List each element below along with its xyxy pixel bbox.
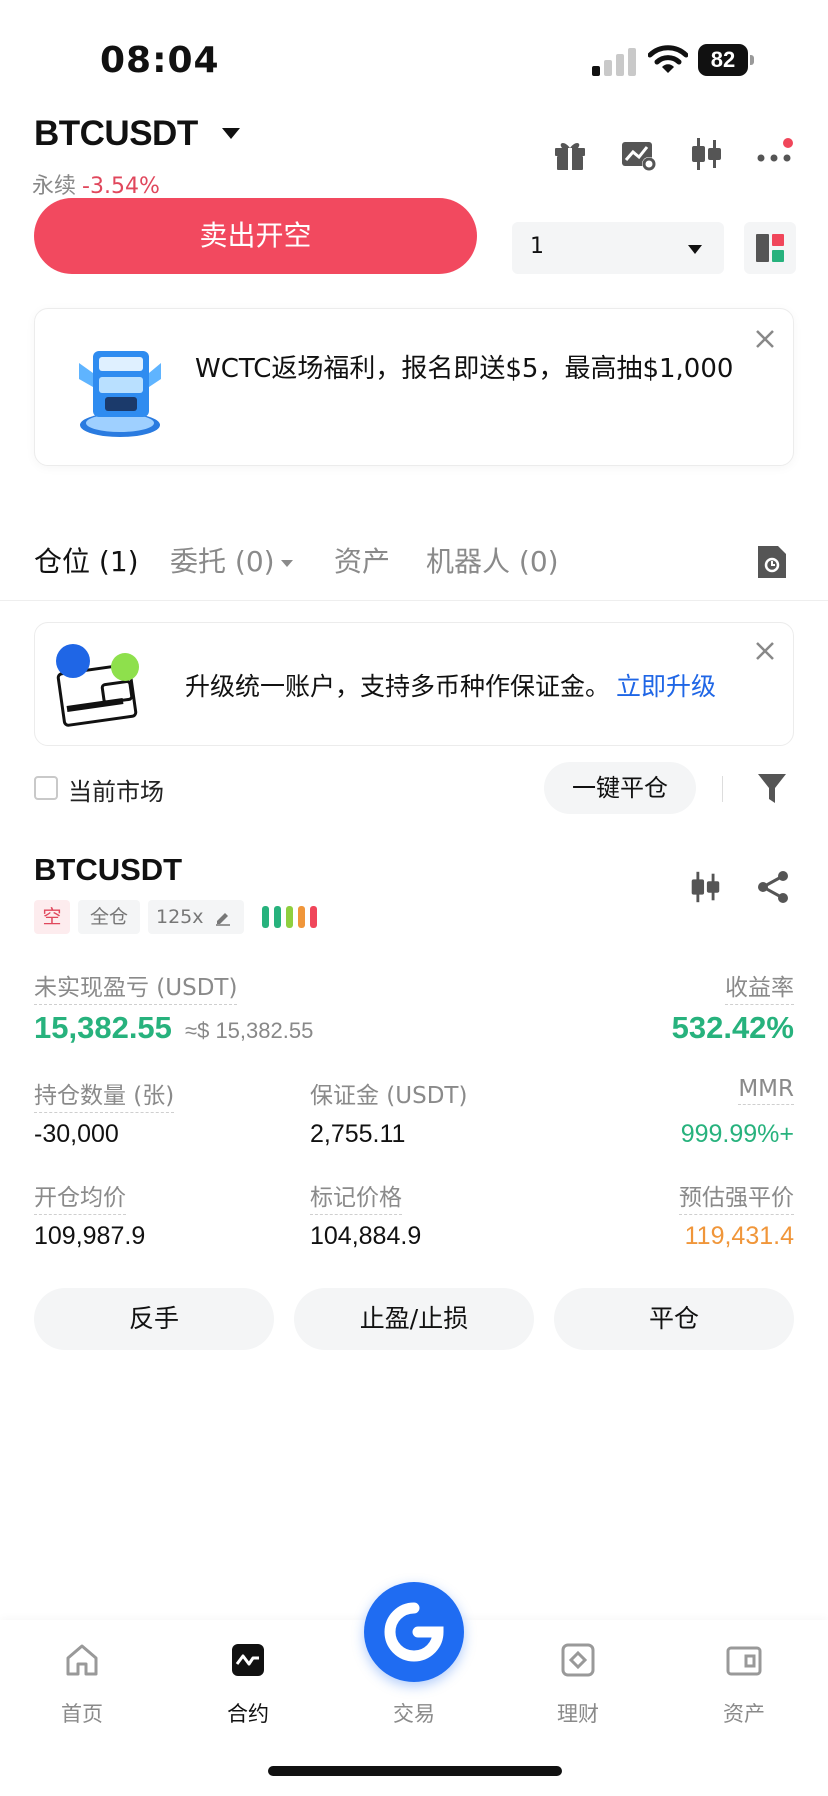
liquidation-price-value: 119,431.4 xyxy=(684,1222,794,1250)
contract-type: 永续 xyxy=(32,174,77,199)
upgrade-message: 升级统一账户，支持多币种作保证金。 立即升级 xyxy=(185,667,716,703)
entry-price-label[interactable]: 开仓均价 xyxy=(34,1178,126,1215)
wifi-icon xyxy=(647,44,689,76)
price-change: -3.54% xyxy=(82,174,160,199)
close-all-button[interactable]: 一键平仓 xyxy=(544,762,696,814)
quantity-value: 1 xyxy=(530,234,544,259)
filter-icon[interactable] xyxy=(756,770,788,806)
layout-toggle-button[interactable] xyxy=(744,222,796,274)
sell-open-short-button[interactable]: 卖出开空 xyxy=(34,198,477,274)
margin-mode-badge: 全仓 xyxy=(78,900,140,934)
upgrade-text: 升级统一账户，支持多币种作保证金。 xyxy=(185,672,611,701)
entry-price-value: 109,987.9 xyxy=(34,1222,146,1250)
battery-icon: 82 xyxy=(698,44,754,76)
tab-bots[interactable]: 机器人 (0) xyxy=(426,540,559,580)
mmr-value: 999.99%+ xyxy=(680,1120,794,1148)
home-icon xyxy=(66,1644,98,1676)
unrealized-pnl-label[interactable]: 未实现盈亏 (USDT) xyxy=(34,968,238,1005)
liquidation-price-label[interactable]: 预估强平价 xyxy=(679,1178,794,1215)
promo-text: WCTC返场福利，报名即送$5，最高抽$1,000 xyxy=(195,354,734,384)
status-time: 08:04 xyxy=(100,40,220,81)
chevron-down-icon xyxy=(688,245,702,254)
nav-earn-label: 理财 xyxy=(557,1702,599,1726)
nav-assets[interactable]: 资产 xyxy=(684,1640,804,1728)
candlestick-icon[interactable] xyxy=(686,868,724,906)
more-icon[interactable] xyxy=(754,134,794,174)
cellular-signal-icon xyxy=(592,48,636,76)
roe-label[interactable]: 收益率 xyxy=(725,968,794,1005)
contract-info: 永续 -3.54% xyxy=(32,168,160,200)
wallet-icon xyxy=(726,1646,762,1676)
tp-sl-button[interactable]: 止盈/止损 xyxy=(294,1288,534,1350)
edit-icon xyxy=(216,913,230,926)
margin-label: 保证金 (USDT) xyxy=(310,1083,468,1109)
nav-futures-label: 合约 xyxy=(227,1702,269,1726)
layout-icon xyxy=(756,234,784,262)
upgrade-now-link[interactable]: 立即升级 xyxy=(616,672,716,701)
mark-price-label[interactable]: 标记价格 xyxy=(310,1178,402,1215)
nav-futures[interactable]: 合约 xyxy=(188,1640,308,1728)
nav-assets-label: 资产 xyxy=(723,1702,765,1726)
unrealized-pnl-row: 15,382.55 ≈$ 15,382.55 xyxy=(34,1010,313,1046)
nav-home-label: 首页 xyxy=(61,1702,103,1726)
candlestick-icon[interactable] xyxy=(686,134,726,174)
side-badge: 空 xyxy=(34,900,70,934)
upgrade-account-banner[interactable]: 升级统一账户，支持多币种作保证金。 立即升级 xyxy=(34,622,794,746)
mark-price-value: 104,884.9 xyxy=(310,1222,422,1250)
chart-settings-icon[interactable] xyxy=(618,134,658,174)
leverage-value: 125x xyxy=(156,906,204,928)
margin-value: 2,755.11 xyxy=(310,1120,406,1148)
quantity-select[interactable]: 1 xyxy=(512,222,724,274)
tab-orders[interactable]: 委托 (0) xyxy=(170,540,293,580)
futures-icon xyxy=(232,1644,264,1676)
close-position-button[interactable]: 平仓 xyxy=(554,1288,794,1350)
battery-level: 82 xyxy=(698,44,748,76)
promo-image xyxy=(65,333,175,443)
history-document-icon[interactable] xyxy=(756,544,788,580)
nav-home[interactable]: 首页 xyxy=(22,1640,142,1728)
tab-assets[interactable]: 资产 xyxy=(334,540,390,580)
tab-divider xyxy=(0,600,828,601)
position-size-value: -30,000 xyxy=(34,1120,119,1148)
tab-orders-label: 委托 (0) xyxy=(170,545,275,578)
unrealized-pnl-usd: ≈$ 15,382.55 xyxy=(185,1018,314,1043)
share-icon[interactable] xyxy=(754,868,792,906)
gift-icon[interactable] xyxy=(550,134,590,174)
nav-trade[interactable]: 交易 xyxy=(354,1640,474,1728)
divider xyxy=(722,776,723,802)
close-icon[interactable] xyxy=(753,327,777,351)
nav-earn[interactable]: 理财 xyxy=(518,1640,638,1728)
adl-indicator-icon xyxy=(262,906,322,928)
earn-icon xyxy=(561,1643,595,1677)
mmr-label[interactable]: MMR xyxy=(738,1076,794,1105)
unrealized-pnl-value: 15,382.55 xyxy=(34,1010,172,1045)
leverage-badge[interactable]: 125x xyxy=(148,900,244,934)
position-size-label[interactable]: 持仓数量 (张) xyxy=(34,1076,175,1113)
reverse-button[interactable]: 反手 xyxy=(34,1288,274,1350)
pair-selector[interactable]: BTCUSDT xyxy=(34,114,198,154)
home-indicator xyxy=(268,1766,562,1776)
current-market-checkbox[interactable] xyxy=(34,776,58,800)
position-symbol[interactable]: BTCUSDT xyxy=(34,852,182,888)
tab-positions[interactable]: 仓位 (1) xyxy=(34,540,139,580)
chevron-down-icon xyxy=(280,559,293,567)
current-market-label[interactable]: 当前市场 xyxy=(68,772,164,807)
promo-banner[interactable]: WCTC返场福利，报名即送$5，最高抽$1,000 xyxy=(34,308,794,466)
chevron-down-icon[interactable] xyxy=(222,128,240,139)
roe-value: 532.42% xyxy=(671,1010,794,1045)
close-icon[interactable] xyxy=(753,639,777,663)
wallet-illustration xyxy=(53,637,153,737)
nav-trade-label: 交易 xyxy=(393,1702,435,1726)
